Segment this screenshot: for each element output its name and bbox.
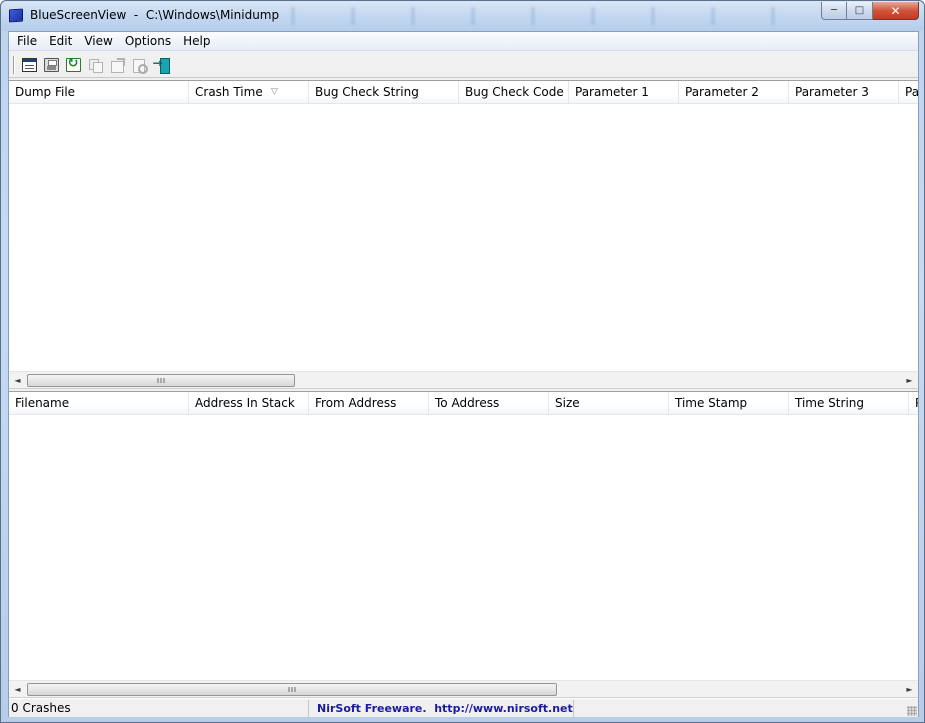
- driver-list[interactable]: Filename Address In Stack From Address T…: [9, 391, 918, 698]
- properties-button[interactable]: [19, 55, 39, 75]
- scroll-grip-icon: [288, 687, 296, 692]
- properties-icon: [21, 57, 37, 72]
- column-filename[interactable]: Filename: [9, 392, 189, 415]
- crash-count-status: 0 Crashes: [9, 699, 309, 717]
- column-time-stamp[interactable]: Time Stamp: [669, 392, 789, 415]
- copy-button[interactable]: [85, 55, 105, 75]
- scroll-right-button[interactable]: ►: [901, 681, 918, 697]
- column-label: Time Stamp: [675, 396, 748, 410]
- bluescreenview-app-icon[interactable]: [9, 8, 23, 23]
- column-label: Crash Time: [195, 85, 263, 99]
- column-label: From Address: [315, 396, 397, 410]
- save-button[interactable]: [41, 55, 61, 75]
- refresh-icon: [65, 56, 81, 72]
- column-parameter-4[interactable]: Pa: [899, 81, 918, 104]
- find-button[interactable]: [129, 55, 149, 75]
- column-label: Bug Check String: [315, 85, 419, 99]
- column-address-in-stack[interactable]: Address In Stack: [189, 392, 309, 415]
- column-parameter-1[interactable]: Parameter 1: [569, 81, 679, 104]
- column-label: Parameter 2: [685, 85, 759, 99]
- column-label: Filename: [15, 396, 70, 410]
- column-label: To Address: [435, 396, 500, 410]
- scroll-grip-icon: [157, 378, 165, 383]
- menu-edit[interactable]: Edit: [43, 32, 78, 51]
- maximize-button[interactable]: □: [847, 2, 873, 20]
- column-dump-file[interactable]: Dump File: [9, 81, 189, 104]
- column-time-string[interactable]: Time String: [789, 392, 909, 415]
- toolbar-grip[interactable]: [13, 55, 15, 74]
- crash-list[interactable]: Dump File Crash Time ▽ Bug Check String B…: [9, 80, 918, 389]
- copy-icon: [88, 58, 103, 73]
- find-icon: [132, 58, 148, 74]
- close-icon: ✕: [890, 3, 901, 18]
- scroll-left-icon: ◄: [14, 685, 21, 694]
- driver-list-horizontal-scrollbar[interactable]: ◄ ►: [9, 680, 918, 697]
- column-label: Address In Stack: [195, 396, 295, 410]
- menu-view[interactable]: View: [78, 32, 118, 51]
- status-bar: 0 Crashes NirSoft Freeware. http://www.n…: [9, 698, 918, 717]
- save-icon: [43, 57, 59, 72]
- scroll-thumb[interactable]: [27, 374, 295, 387]
- toolbar: [9, 52, 918, 78]
- close-button[interactable]: ✕: [873, 2, 919, 20]
- column-label: Pa: [905, 85, 918, 99]
- exit-button[interactable]: [151, 55, 171, 75]
- column-to-address[interactable]: To Address: [429, 392, 549, 415]
- menu-options[interactable]: Options: [119, 32, 177, 51]
- resize-grip-icon[interactable]: [907, 706, 917, 716]
- column-label: Parameter 3: [795, 85, 869, 99]
- taskbar-reflection: [261, 7, 811, 25]
- scroll-right-button[interactable]: ►: [901, 372, 918, 388]
- scroll-left-button[interactable]: ◄: [9, 372, 26, 388]
- window-title: BlueScreenView - C:\Windows\Minidump: [30, 8, 280, 22]
- driver-list-header: Filename Address In Stack From Address T…: [9, 392, 918, 415]
- scroll-right-icon: ►: [906, 376, 913, 385]
- column-label: Time String: [795, 396, 864, 410]
- column-label: Parameter 1: [575, 85, 649, 99]
- column-product-name[interactable]: P: [909, 392, 918, 415]
- crash-list-header: Dump File Crash Time ▽ Bug Check String B…: [9, 81, 918, 104]
- menu-help[interactable]: Help: [177, 32, 216, 51]
- maximize-icon: □: [854, 5, 865, 16]
- column-label: Size: [555, 396, 580, 410]
- column-label: Dump File: [15, 85, 76, 99]
- title-bar[interactable]: BlueScreenView - C:\Windows\Minidump ─ □…: [1, 1, 924, 31]
- export-html-icon: [110, 57, 125, 73]
- column-parameter-3[interactable]: Parameter 3: [789, 81, 899, 104]
- minimize-button[interactable]: ─: [821, 2, 847, 20]
- scroll-right-icon: ►: [906, 685, 913, 694]
- sort-descending-icon: ▽: [271, 87, 278, 97]
- menu-bar: File Edit View Options Help: [9, 32, 918, 51]
- export-html-button[interactable]: [107, 55, 127, 75]
- column-label: P: [915, 396, 918, 410]
- refresh-button[interactable]: [63, 55, 83, 75]
- nirsoft-link[interactable]: NirSoft Freeware. http://www.nirsoft.net: [309, 699, 574, 717]
- column-crash-time[interactable]: Crash Time ▽: [189, 81, 309, 104]
- driver-list-body[interactable]: [9, 415, 918, 680]
- column-from-address[interactable]: From Address: [309, 392, 429, 415]
- scroll-left-button[interactable]: ◄: [9, 681, 26, 697]
- column-parameter-2[interactable]: Parameter 2: [679, 81, 789, 104]
- crash-list-body[interactable]: [9, 104, 918, 371]
- minimize-icon: ─: [830, 5, 838, 16]
- menu-file[interactable]: File: [11, 32, 43, 51]
- column-size[interactable]: Size: [549, 392, 669, 415]
- exit-icon: [153, 56, 170, 74]
- client-area: File Edit View Options Help Dump File Cr…: [8, 31, 919, 717]
- column-bug-check-code[interactable]: Bug Check Code: [459, 81, 569, 104]
- app-window: BlueScreenView - C:\Windows\Minidump ─ □…: [0, 0, 925, 723]
- caption-buttons: ─ □ ✕: [821, 2, 919, 20]
- column-bug-check-string[interactable]: Bug Check String: [309, 81, 459, 104]
- column-label: Bug Check Code: [465, 85, 564, 99]
- crash-list-horizontal-scrollbar[interactable]: ◄ ►: [9, 371, 918, 388]
- scroll-left-icon: ◄: [14, 376, 21, 385]
- scroll-thumb[interactable]: [27, 683, 557, 696]
